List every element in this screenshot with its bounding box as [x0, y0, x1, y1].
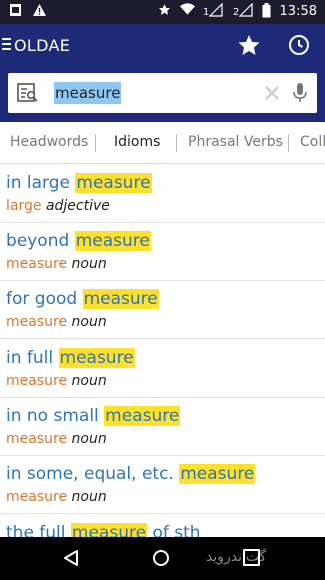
search-input[interactable]: measure — [8, 73, 317, 113]
app-notification-icon — [8, 3, 22, 19]
warning-icon — [32, 3, 46, 19]
history-clock-icon[interactable] — [287, 33, 311, 57]
headword-label: measure — [6, 314, 68, 330]
list-item[interactable]: in some, equal, etc. measure measure nou… — [0, 456, 325, 514]
favorites-star-icon[interactable] — [237, 33, 261, 57]
idiom-source: measure noun — [6, 489, 107, 505]
search-query-text[interactable]: measure — [54, 82, 122, 104]
list-item[interactable]: beyond measure measure noun — [0, 223, 325, 281]
menu-icon[interactable] — [2, 38, 12, 50]
idiom-source: measure noun — [6, 373, 107, 389]
list-item[interactable]: in full measure measure noun — [0, 340, 325, 398]
star-icon — [158, 3, 172, 19]
system-nav-bar: گت‌اندروید — [0, 537, 325, 580]
match-highlight: measure — [82, 289, 159, 309]
tab-collocations[interactable]: Coll — [300, 134, 325, 150]
wifi-icon — [179, 3, 195, 19]
part-of-speech-label: noun — [71, 256, 107, 272]
match-highlight: measure — [58, 348, 135, 368]
battery-icon — [262, 3, 272, 19]
search-list-icon[interactable] — [17, 83, 39, 103]
tab-divider — [95, 134, 96, 152]
headword-label: large — [6, 198, 42, 214]
list-item[interactable]: the full measure of sth — [0, 515, 325, 537]
headword-label: measure — [6, 256, 68, 272]
recents-icon[interactable] — [243, 549, 260, 566]
part-of-speech-label: adjective — [45, 198, 110, 214]
idiom-phrase: in some, equal, etc. measure — [6, 464, 256, 484]
part-of-speech-label: noun — [71, 373, 107, 389]
tab-divider — [176, 134, 177, 152]
idiom-phrase: in no small measure — [6, 406, 181, 426]
list-item[interactable]: in no small measure measure noun — [0, 398, 325, 456]
status-bar: 1 2 13:58 — [0, 0, 325, 24]
tab-phrasal-verbs[interactable]: Phrasal Verbs — [188, 134, 283, 150]
svg-text:2: 2 — [233, 7, 239, 17]
match-highlight: measure — [104, 406, 181, 426]
idiom-source: large adjective — [6, 198, 110, 214]
match-highlight: measure — [75, 173, 152, 193]
clear-icon[interactable] — [262, 83, 282, 103]
part-of-speech-label: noun — [71, 431, 107, 447]
sim-1-signal-icon: 1 — [202, 2, 224, 19]
match-highlight: measure — [74, 231, 151, 251]
idiom-source: measure noun — [6, 256, 107, 272]
match-highlight: measure — [179, 464, 256, 484]
tab-headwords[interactable]: Headwords — [10, 134, 88, 150]
microphone-icon[interactable] — [292, 82, 308, 104]
list-item[interactable]: in large measure large adjective — [0, 165, 325, 223]
svg-text:1: 1 — [203, 7, 209, 17]
headword-label: measure — [6, 431, 68, 447]
home-icon[interactable] — [152, 549, 170, 567]
idiom-phrase: beyond measure — [6, 231, 151, 251]
idiom-phrase: in full measure — [6, 348, 135, 368]
app-title: OLDAE — [14, 36, 71, 55]
idiom-results-list: in large measure large adjective beyond … — [0, 165, 325, 537]
idiom-source: measure noun — [6, 314, 107, 330]
back-icon[interactable] — [62, 549, 80, 567]
list-item[interactable]: for good measure measure noun — [0, 281, 325, 339]
headword-label: measure — [6, 373, 68, 389]
idiom-phrase: for good measure — [6, 289, 159, 309]
tab-idioms[interactable]: Idioms — [114, 134, 160, 150]
idiom-source: measure noun — [6, 431, 107, 447]
match-highlight: measure — [70, 523, 148, 537]
result-tabs: Headwords Idioms Phrasal Verbs Coll — [0, 122, 325, 164]
part-of-speech-label: noun — [71, 489, 107, 505]
idiom-phrase: in large measure — [6, 173, 152, 193]
tab-divider — [288, 134, 289, 152]
app-bar: OLDAE — [0, 24, 325, 70]
part-of-speech-label: noun — [71, 314, 107, 330]
status-time: 13:58 — [279, 3, 317, 19]
sim-2-signal-icon: 2 — [232, 2, 254, 19]
search-area: measure — [0, 70, 325, 122]
headword-label: measure — [6, 489, 68, 505]
idiom-phrase: the full measure of sth — [6, 521, 201, 537]
